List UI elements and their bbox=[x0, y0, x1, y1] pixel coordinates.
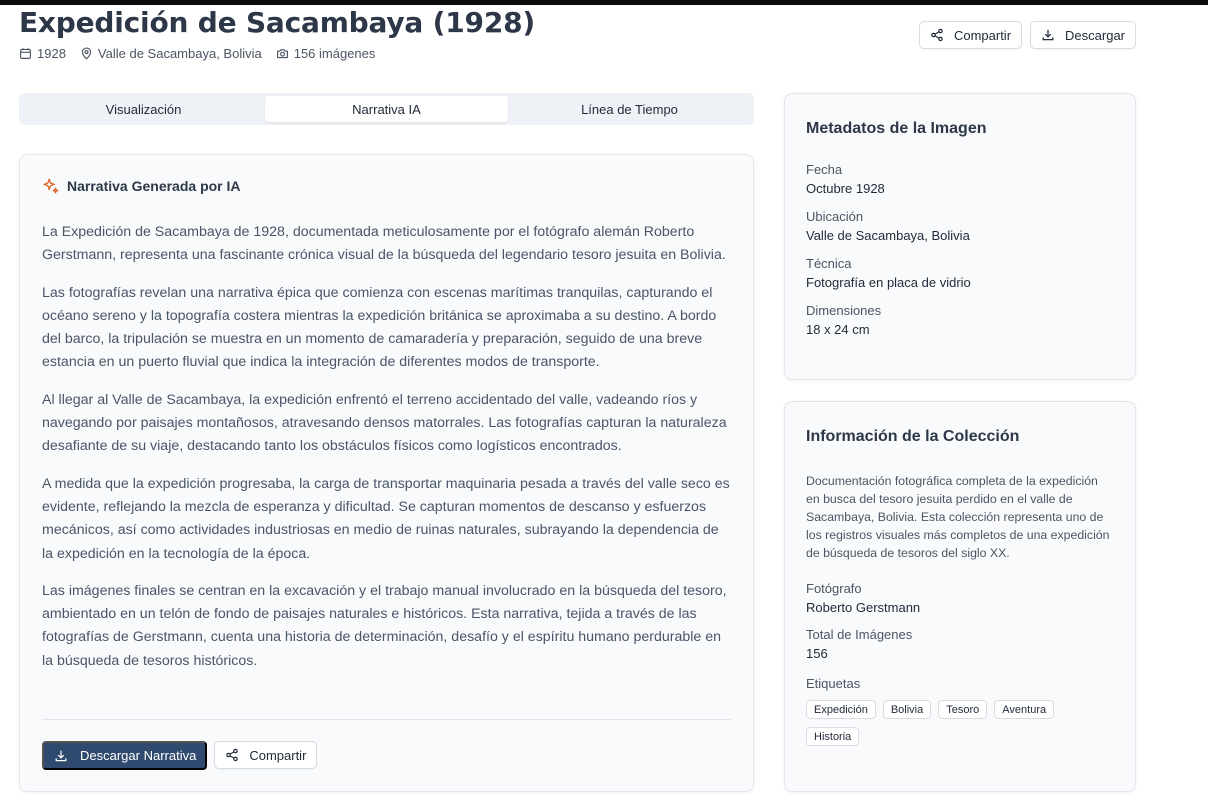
calendar-icon bbox=[20, 48, 31, 59]
tag[interactable]: Tesoro bbox=[938, 700, 988, 719]
share-icon bbox=[931, 28, 943, 42]
collection-description: Documentación fotográfica completa de la… bbox=[806, 474, 1110, 560]
download-button[interactable]: Descargar bbox=[1030, 21, 1136, 49]
image-metadata-card: Metadatos de la Imagen Fecha Octubre 192… bbox=[784, 93, 1136, 380]
narrative-paragraph: A medida que la expedición progresaba, l… bbox=[42, 475, 730, 562]
field-label: Ubicación bbox=[806, 209, 864, 224]
field-dimensions: Dimensiones 18 x 24 cm bbox=[806, 303, 1114, 337]
field-value: Roberto Gerstmann bbox=[806, 600, 921, 615]
share-icon bbox=[226, 748, 239, 762]
map-pin-icon bbox=[81, 47, 92, 60]
narrative-paragraph: Las imágenes finales se centran en la ex… bbox=[42, 582, 727, 669]
metadata-fields: Fecha Octubre 1928 Ubicación Valle de Sa… bbox=[806, 162, 1114, 337]
year-meta: 1928 bbox=[19, 46, 66, 61]
narrative-header: Narrativa Generada por IA bbox=[42, 177, 731, 195]
field-total-images: Total de Imágenes 156 bbox=[806, 627, 1114, 661]
tab-narrativa-ia[interactable]: Narrativa IA bbox=[265, 96, 508, 122]
download-label: Descargar bbox=[1065, 27, 1125, 43]
narrative-paragraph: Las fotografías revelan una narrativa ép… bbox=[42, 284, 717, 371]
field-value: Octubre 1928 bbox=[806, 181, 885, 196]
field-label: Total de Imágenes bbox=[806, 627, 913, 642]
header-actions: Compartir Descargar bbox=[918, 21, 1136, 49]
download-icon bbox=[1042, 29, 1054, 41]
field-value: Valle de Sacambaya, Bolivia bbox=[806, 228, 970, 243]
narrative-paragraph: Al llegar al Valle de Sacambaya, la expe… bbox=[42, 391, 727, 455]
field-tags: Etiquetas Expedición Bolivia Tesoro Aven… bbox=[806, 676, 1114, 746]
field-value: 156 bbox=[806, 646, 828, 661]
location-text: Valle de Sacambaya, Bolivia bbox=[97, 46, 262, 61]
tag[interactable]: Historia bbox=[806, 727, 860, 746]
share-button[interactable]: Compartir bbox=[918, 21, 1023, 49]
sparkle-icon bbox=[43, 178, 59, 194]
field-label: Dimensiones bbox=[806, 303, 882, 318]
top-border bbox=[0, 0, 1208, 5]
field-value: Fotografía en placa de vidrio bbox=[806, 275, 971, 290]
image-count-text: 156 imágenes bbox=[293, 46, 376, 61]
narrative-divider bbox=[42, 719, 731, 720]
page-title: Expedición de Sacambaya (1928) bbox=[19, 6, 535, 39]
download-narrative-label: Descargar Narrativa bbox=[80, 748, 197, 763]
field-date: Fecha Octubre 1928 bbox=[806, 162, 1114, 196]
field-label: Fotógrafo bbox=[806, 581, 862, 596]
field-label: Técnica bbox=[806, 256, 852, 271]
field-location: Ubicación Valle de Sacambaya, Bolivia bbox=[806, 209, 1114, 243]
download-narrative-button[interactable]: Descargar Narrativa bbox=[42, 741, 208, 770]
narrative-card: Narrativa Generada por IA La Expedición … bbox=[19, 154, 754, 792]
header-meta: 1928 Valle de Sacambaya, Bolivia 156 imá… bbox=[19, 46, 375, 61]
view-tabs: Visualización Narrativa IA Línea de Tiem… bbox=[19, 93, 754, 125]
camera-icon bbox=[276, 49, 288, 59]
tab-visualizacion[interactable]: Visualización bbox=[22, 96, 265, 122]
narrative-heading: Narrativa Generada por IA bbox=[67, 178, 241, 194]
field-label: Etiquetas bbox=[806, 676, 861, 691]
field-label: Fecha bbox=[806, 162, 843, 177]
location-meta: Valle de Sacambaya, Bolivia bbox=[80, 46, 262, 61]
narrative-paragraph: La Expedición de Sacambaya de 1928, docu… bbox=[42, 224, 726, 264]
image-count-meta: 156 imágenes bbox=[276, 46, 376, 61]
year-text: 1928 bbox=[37, 46, 66, 61]
field-value: 18 x 24 cm bbox=[806, 322, 870, 337]
tag-list: Expedición Bolivia Tesoro Aventura Histo… bbox=[806, 700, 1106, 746]
tag[interactable]: Expedición bbox=[806, 700, 876, 719]
collection-title: Información de la Colección bbox=[806, 428, 1020, 445]
share-narrative-label: Compartir bbox=[249, 747, 307, 763]
field-technique: Técnica Fotografía en placa de vidrio bbox=[806, 256, 1114, 290]
tag[interactable]: Bolivia bbox=[882, 700, 932, 719]
download-icon bbox=[55, 750, 67, 761]
narrative-actions: Descargar Narrativa Compartir bbox=[42, 741, 318, 770]
tag[interactable]: Aventura bbox=[994, 700, 1055, 719]
field-photographer: Fotógrafo Roberto Gerstmann bbox=[806, 581, 1114, 615]
narrative-body: La Expedición de Sacambaya de 1928, docu… bbox=[42, 221, 731, 673]
tab-linea-de-tiempo[interactable]: Línea de Tiempo bbox=[508, 96, 751, 122]
share-label: Compartir bbox=[953, 27, 1012, 43]
metadata-title: Metadatos de la Imagen bbox=[806, 120, 987, 137]
collection-card: Información de la Colección Documentació… bbox=[784, 401, 1136, 792]
share-narrative-button[interactable]: Compartir bbox=[214, 741, 318, 769]
